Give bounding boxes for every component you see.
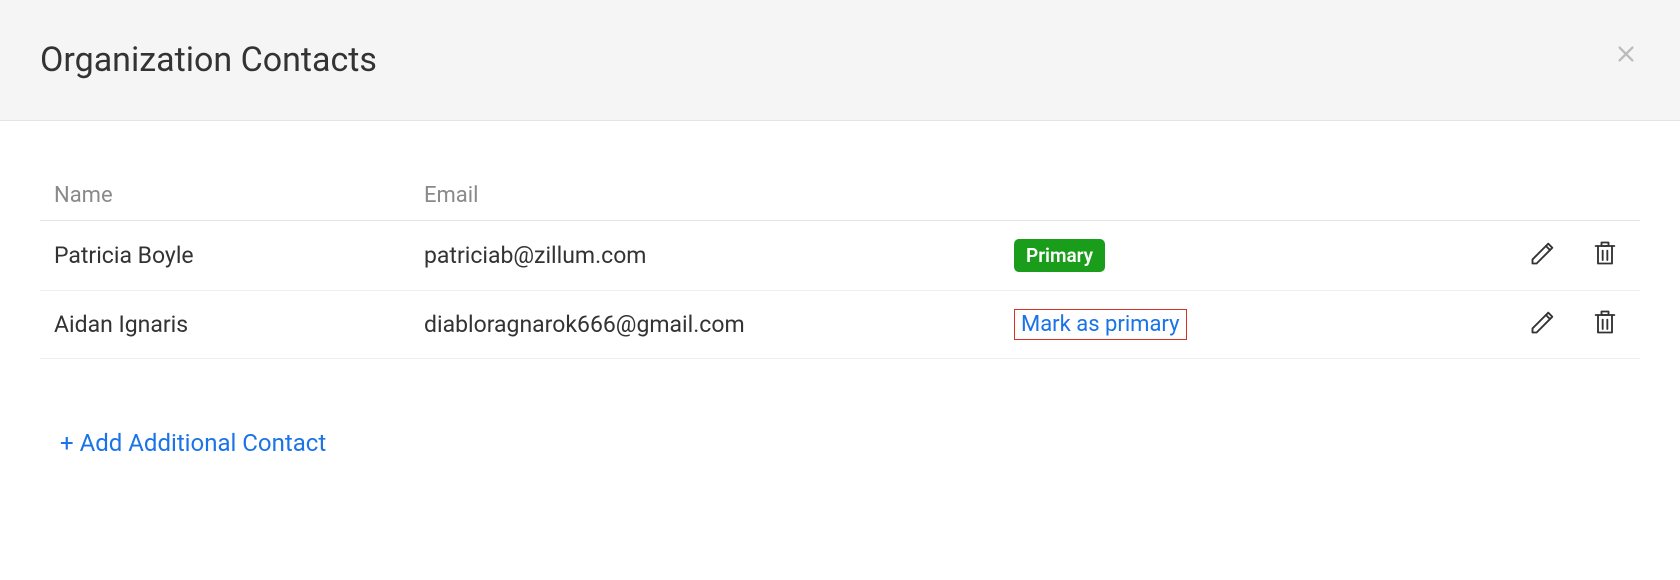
contact-name: Aidan Ignaris	[54, 311, 424, 338]
contact-email: patriciab@zillum.com	[424, 242, 1014, 269]
content-area: Name Email Patricia Boyle patriciab@zill…	[0, 121, 1680, 457]
close-button[interactable]	[1612, 42, 1640, 70]
contact-email: diabloragnarok666@gmail.com	[424, 311, 1014, 338]
delete-button[interactable]	[1590, 241, 1620, 271]
delete-button[interactable]	[1590, 310, 1620, 340]
column-name-header: Name	[54, 183, 424, 208]
edit-button[interactable]	[1528, 310, 1558, 340]
table-row: Aidan Ignaris diabloragnarok666@gmail.co…	[40, 291, 1640, 359]
add-contact-link[interactable]: + Add Additional Contact	[60, 429, 326, 457]
page-title: Organization Contacts	[40, 40, 1640, 80]
modal-header: Organization Contacts	[0, 0, 1680, 121]
table-header: Name Email	[40, 171, 1640, 221]
edit-button[interactable]	[1528, 241, 1558, 271]
trash-icon	[1591, 308, 1619, 342]
contacts-table: Name Email Patricia Boyle patriciab@zill…	[40, 171, 1640, 359]
contact-name: Patricia Boyle	[54, 242, 424, 269]
column-email-header: Email	[424, 183, 1014, 208]
pencil-icon	[1529, 239, 1557, 273]
primary-badge: Primary	[1014, 239, 1105, 272]
trash-icon	[1591, 239, 1619, 273]
table-row: Patricia Boyle patriciab@zillum.com Prim…	[40, 221, 1640, 291]
pencil-icon	[1529, 308, 1557, 342]
close-icon	[1615, 43, 1637, 69]
mark-as-primary-link[interactable]: Mark as primary	[1014, 309, 1187, 340]
